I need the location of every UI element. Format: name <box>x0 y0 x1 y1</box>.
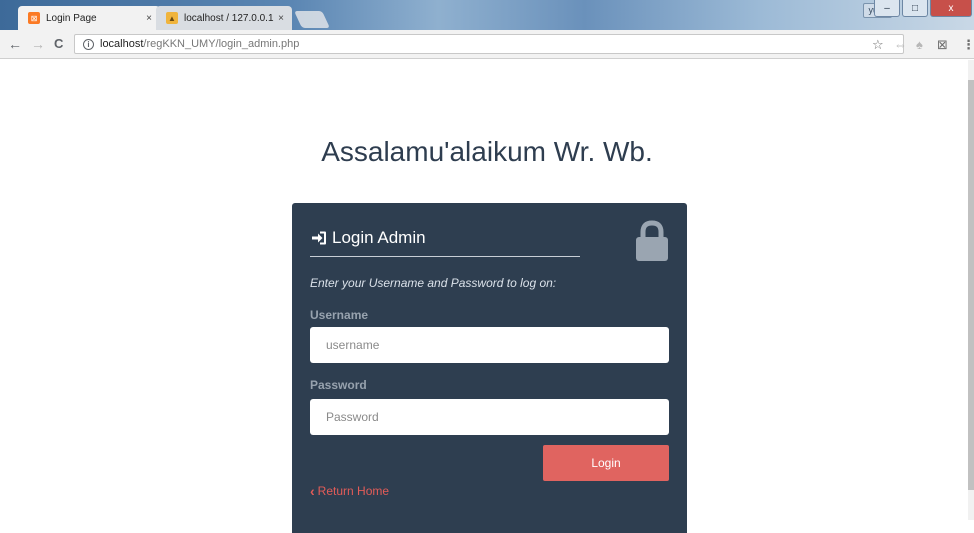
tab-login-page[interactable]: ⊠ Login Page × <box>18 6 160 30</box>
minimize-button[interactable]: – <box>874 0 900 17</box>
login-card: Login Admin Enter your Username and Pass… <box>292 203 687 533</box>
window-controls: – □ x <box>874 0 972 17</box>
sign-in-icon <box>312 231 326 244</box>
extension-icon[interactable]: ⊠ <box>937 37 948 53</box>
xampp-icon: ⊠ <box>28 12 40 24</box>
extension-icon[interactable]: ♠ <box>916 37 923 52</box>
address-bar[interactable]: i localhost/regKKN_UMY/login_admin.php <box>74 34 904 54</box>
page-greeting: Assalamu'alaikum Wr. Wb. <box>321 136 653 167</box>
reload-icon[interactable]: C <box>54 36 63 51</box>
new-tab-button[interactable] <box>294 11 330 28</box>
tab-title: localhost / 127.0.0.1 | ph <box>184 12 274 24</box>
card-header: Login Admin <box>310 219 580 257</box>
page-scrollbar[interactable] <box>968 60 974 520</box>
back-arrow-icon[interactable]: ← <box>8 36 22 52</box>
bookmark-star-icon[interactable]: ☆ <box>872 37 884 53</box>
phpmyadmin-icon: ▲ <box>166 12 178 24</box>
maximize-button[interactable]: □ <box>902 0 928 17</box>
info-icon[interactable]: i <box>83 38 94 50</box>
close-window-button[interactable]: x <box>930 0 972 17</box>
menu-icon[interactable]: ⋮ <box>962 37 974 53</box>
tab-title: Login Page <box>46 12 97 24</box>
return-home-link[interactable]: ‹ Return Home <box>310 484 389 498</box>
login-instruction: Enter your Username and Password to log … <box>310 276 557 290</box>
lock-icon <box>636 220 668 261</box>
forward-arrow-icon[interactable]: → <box>31 36 45 52</box>
extension-icon[interactable]: ⇔ <box>894 37 907 52</box>
login-button[interactable]: Login <box>543 445 669 481</box>
chevron-left-icon: ‹ <box>310 483 315 499</box>
tab-phpmyadmin[interactable]: ▲ localhost / 127.0.0.1 | ph × <box>156 6 292 30</box>
password-label: Password <box>310 378 367 392</box>
close-tab-icon[interactable]: × <box>146 13 152 24</box>
username-label: Username <box>310 308 369 322</box>
url-path: /regKKN_UMY/login_admin.php <box>143 38 300 50</box>
browser-toolbar: ← → C i localhost/regKKN_UMY/login_admin… <box>0 30 974 59</box>
url-host: localhost <box>100 38 144 50</box>
return-home-label: Return Home <box>317 484 390 498</box>
card-title: Login Admin <box>332 227 426 247</box>
close-tab-icon[interactable]: × <box>278 13 284 24</box>
password-input[interactable] <box>310 399 669 435</box>
username-input[interactable] <box>310 327 669 363</box>
browser-tabstrip: ⊠ Login Page × ▲ localhost / 127.0.0.1 |… <box>0 0 974 30</box>
